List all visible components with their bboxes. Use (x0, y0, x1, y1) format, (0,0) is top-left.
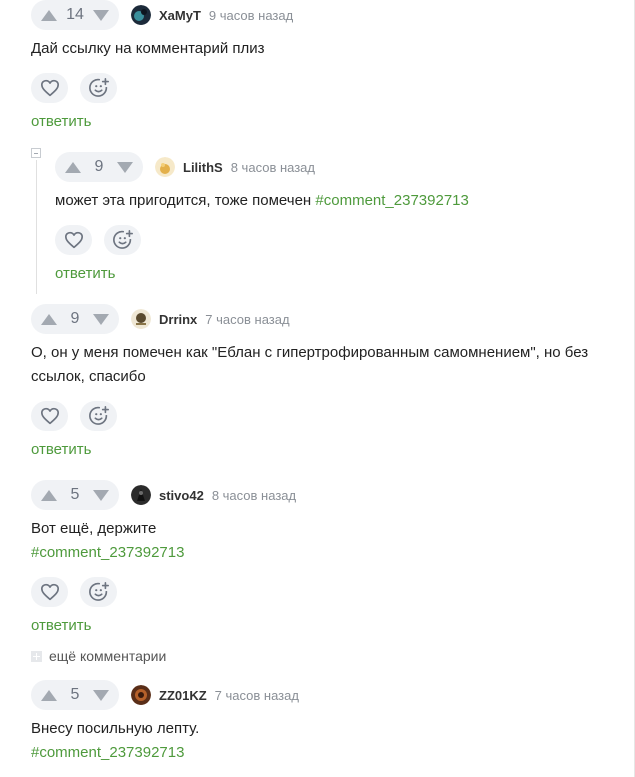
comment-text: может эта пригодится, тоже помечен #comm… (55, 189, 469, 213)
arrow-down-icon[interactable] (93, 313, 109, 325)
add-emoji-icon (88, 406, 109, 425)
add-emoji-icon (112, 230, 133, 249)
comment-link[interactable]: #comment_237392713 (31, 741, 199, 765)
comment-link[interactable]: #comment_237392713 (31, 541, 184, 565)
timestamp[interactable]: 8 часов назад (231, 160, 315, 175)
like-button[interactable] (55, 225, 92, 255)
comment-header: 5 stivo42 8 часов назад (31, 480, 296, 510)
vote-control: 5 (31, 680, 119, 710)
arrow-up-icon[interactable] (41, 9, 57, 21)
vote-score: 14 (66, 6, 84, 23)
comment-actions (31, 73, 117, 103)
comment-4: 5 stivo42 8 часов назад Вот ещё, держите… (31, 480, 621, 640)
comment-actions (55, 225, 141, 255)
avatar[interactable] (131, 309, 151, 329)
like-button[interactable] (31, 73, 68, 103)
comment-1: 14 ХаМуТ 9 часов назад Дай ссылку на ком… (31, 0, 621, 140)
arrow-up-icon[interactable] (65, 161, 81, 173)
vote-control: 9 (55, 152, 143, 182)
heart-icon (64, 231, 83, 249)
vote-score: 9 (94, 158, 104, 175)
heart-icon (40, 407, 59, 425)
comment-text-body: Вот ещё, держите (31, 520, 157, 537)
comment-text: О, он у меня помечен как "Еблан с гиперт… (31, 341, 588, 389)
username[interactable]: stivo42 (159, 488, 204, 503)
vote-control: 14 (31, 0, 119, 30)
avatar[interactable] (131, 685, 151, 705)
vote-score: 9 (70, 310, 80, 327)
vote-control: 5 (31, 480, 119, 510)
arrow-up-icon[interactable] (41, 489, 57, 501)
expand-icon (31, 650, 42, 662)
arrow-down-icon[interactable] (117, 161, 133, 173)
avatar[interactable] (131, 485, 151, 505)
like-button[interactable] (31, 401, 68, 431)
more-comments-label: ещё комментарии (49, 648, 167, 664)
comment-header: 9 LilithS 8 часов назад (55, 152, 315, 182)
timestamp[interactable]: 7 часов назад (215, 688, 299, 703)
arrow-down-icon[interactable] (92, 9, 109, 21)
timestamp[interactable]: 9 часов назад (209, 8, 293, 23)
comment-text: Вот ещё, держите #comment_237392713 (31, 517, 184, 565)
username[interactable]: ZZ01KZ (159, 688, 207, 703)
reply-link[interactable]: ответить (55, 265, 115, 282)
comment-3: 9 Drrinx 7 часов назад О, он у меня поме… (31, 304, 621, 464)
comment-2: 9 LilithS 8 часов назад может эта пригод… (55, 152, 615, 292)
comment-text-body: Внесу посильную лепту. (31, 720, 200, 737)
comment-actions (31, 577, 117, 607)
vote-score: 5 (70, 686, 80, 703)
comment-text-line: О, он у меня помечен как "Еблан с гиперт… (31, 344, 589, 361)
comment-text-body: может эта пригодится, тоже помечен (55, 192, 316, 209)
comment-header: 5 ZZ01KZ 7 часов назад (31, 680, 299, 710)
reply-link[interactable]: ответить (31, 617, 91, 634)
avatar[interactable] (131, 5, 151, 25)
comment-text: Внесу посильную лепту. #comment_23739271… (31, 717, 199, 765)
like-button[interactable] (31, 577, 68, 607)
timestamp[interactable]: 8 часов назад (212, 488, 296, 503)
comment-header: 14 ХаМуТ 9 часов назад (31, 0, 293, 30)
comment-header: 9 Drrinx 7 часов назад (31, 304, 290, 334)
reply-link[interactable]: ответить (31, 113, 91, 130)
username[interactable]: LilithS (183, 160, 223, 175)
timestamp[interactable]: 7 часов назад (205, 312, 289, 327)
vote-control: 9 (31, 304, 119, 334)
username[interactable]: ХаМуТ (159, 8, 201, 23)
vote-score: 5 (70, 486, 80, 503)
add-reaction-button[interactable] (80, 577, 117, 607)
add-emoji-icon (88, 582, 109, 601)
comment-actions (31, 401, 117, 431)
comment-text-line: ссылок, спасибо (31, 368, 146, 385)
add-reaction-button[interactable] (80, 73, 117, 103)
collapse-thread-button[interactable] (31, 148, 41, 158)
add-emoji-icon (88, 78, 109, 97)
username[interactable]: Drrinx (159, 312, 197, 327)
arrow-down-icon[interactable] (93, 689, 109, 701)
avatar[interactable] (155, 157, 175, 177)
thread-line (36, 160, 37, 294)
add-reaction-button[interactable] (80, 401, 117, 431)
arrow-down-icon[interactable] (93, 489, 109, 501)
arrow-up-icon[interactable] (41, 689, 57, 701)
reply-link[interactable]: ответить (31, 441, 91, 458)
add-reaction-button[interactable] (104, 225, 141, 255)
comment-5: 5 ZZ01KZ 7 часов назад Внесу посильную л… (31, 680, 621, 777)
heart-icon (40, 583, 59, 601)
heart-icon (40, 79, 59, 97)
comment-text: Дай ссылку на комментарий плиз (31, 40, 265, 57)
arrow-up-icon[interactable] (41, 313, 57, 325)
comment-link[interactable]: #comment_237392713 (315, 192, 468, 209)
more-comments-button[interactable]: ещё комментарии (31, 648, 166, 664)
